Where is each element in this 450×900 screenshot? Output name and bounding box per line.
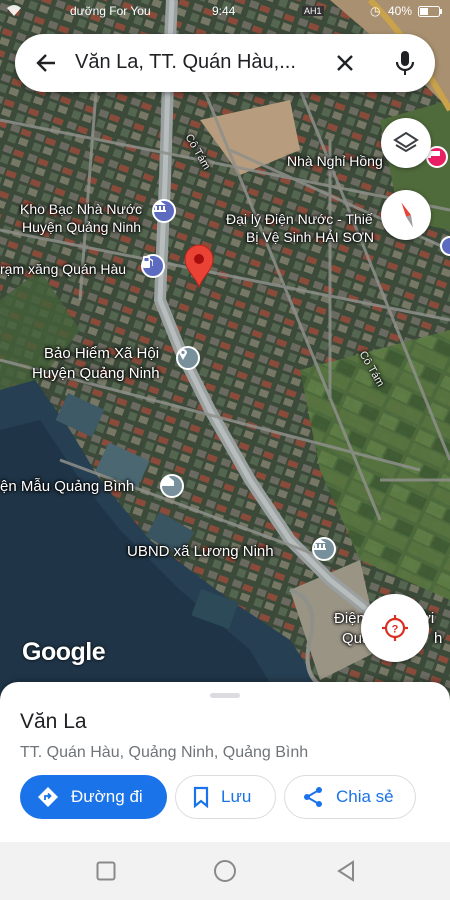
map-view[interactable]: Cô Tám Cô Tám Nhà Nghỉ Hồng Kho Bạc Nhà … [0, 0, 450, 700]
map-label-kho-bac: Huyện Quảng Ninh [22, 219, 142, 235]
search-query[interactable]: Văn La, TT. Quán Hàu,... [75, 51, 315, 74]
bank-poi-icon[interactable] [152, 199, 176, 223]
alarm-icon: ◷ [370, 4, 381, 18]
government-poi-icon[interactable] [312, 537, 336, 561]
location-pin-icon[interactable] [182, 244, 216, 288]
battery-icon [418, 6, 442, 20]
place-title: Văn La [20, 710, 87, 733]
back-button[interactable] [334, 859, 358, 883]
share-label: Chia sẻ [336, 787, 394, 806]
map-label-bao-hiem: Huyện Quảng Ninh [32, 365, 160, 382]
home-button[interactable] [213, 859, 237, 883]
directions-label: Đường đi [71, 787, 143, 806]
svg-text:?: ? [392, 624, 399, 636]
system-nav-bar [0, 842, 450, 900]
map-label-dien-luc: h [434, 630, 443, 647]
directions-button[interactable]: Đường đi [20, 775, 167, 819]
google-attribution: Google [22, 638, 106, 666]
place-poi-icon[interactable] [176, 346, 200, 370]
triangle-back-icon [337, 860, 354, 882]
map-label-dien-mau: ện Mẫu Quảng Bình [0, 478, 135, 495]
map-label-kho-bac: Kho Bạc Nhà Nước [20, 201, 143, 217]
directions-icon [37, 786, 59, 808]
status-time: 9:44 [212, 4, 236, 18]
status-bar: dưỡng For You 9:44 AH1 ◷ 40% [0, 0, 450, 22]
save-label: Lưu [221, 787, 252, 806]
map-label-bao-hiem: Bảo Hiểm Xã Hội [44, 345, 160, 362]
map-label-nha-nghi: Nhà Nghỉ Hồng [287, 153, 383, 169]
compass-icon [400, 201, 414, 229]
map-label-dai-ly: Bị Vệ Sinh HẢI SƠN [246, 229, 374, 245]
circle-icon [214, 860, 236, 882]
arrow-back-icon[interactable] [31, 48, 61, 78]
sheet-drag-handle[interactable] [210, 693, 240, 698]
compass-button[interactable] [381, 190, 431, 240]
status-left-text: dưỡng For You [70, 4, 151, 18]
share-icon [302, 786, 324, 808]
search-bar[interactable]: Văn La, TT. Quán Hàu,... [15, 34, 435, 92]
battery-text: 40% [388, 4, 413, 18]
location-unknown-icon: ? [382, 615, 408, 641]
bookmark-icon [193, 786, 209, 808]
temple-poi-icon[interactable] [160, 474, 184, 498]
share-button[interactable]: Chia sẻ [284, 775, 416, 819]
gas-station-poi-icon[interactable] [141, 254, 165, 278]
microphone-icon[interactable] [390, 48, 420, 78]
close-icon[interactable] [330, 48, 360, 78]
recents-button[interactable] [94, 859, 118, 883]
wifi-icon [6, 3, 22, 20]
square-icon [96, 861, 116, 881]
map-label-ubnd: UBND xã Lương Ninh [127, 543, 274, 560]
layers-button[interactable] [381, 118, 431, 168]
map-label-dai-ly: Đại lý Điện Nước - Thiế [226, 211, 373, 227]
my-location-button[interactable]: ? [361, 594, 429, 662]
save-button[interactable]: Lưu [175, 775, 276, 819]
layers-icon [393, 131, 419, 153]
carrier-tag: AH1 [302, 6, 324, 16]
place-address: TT. Quán Hàu, Quảng Ninh, Quảng Bình [20, 744, 309, 761]
place-bottom-sheet[interactable]: Văn La TT. Quán Hàu, Quảng Ninh, Quảng B… [0, 682, 450, 842]
map-label-tram-xang: rạm xăng Quán Hàu [0, 261, 127, 277]
